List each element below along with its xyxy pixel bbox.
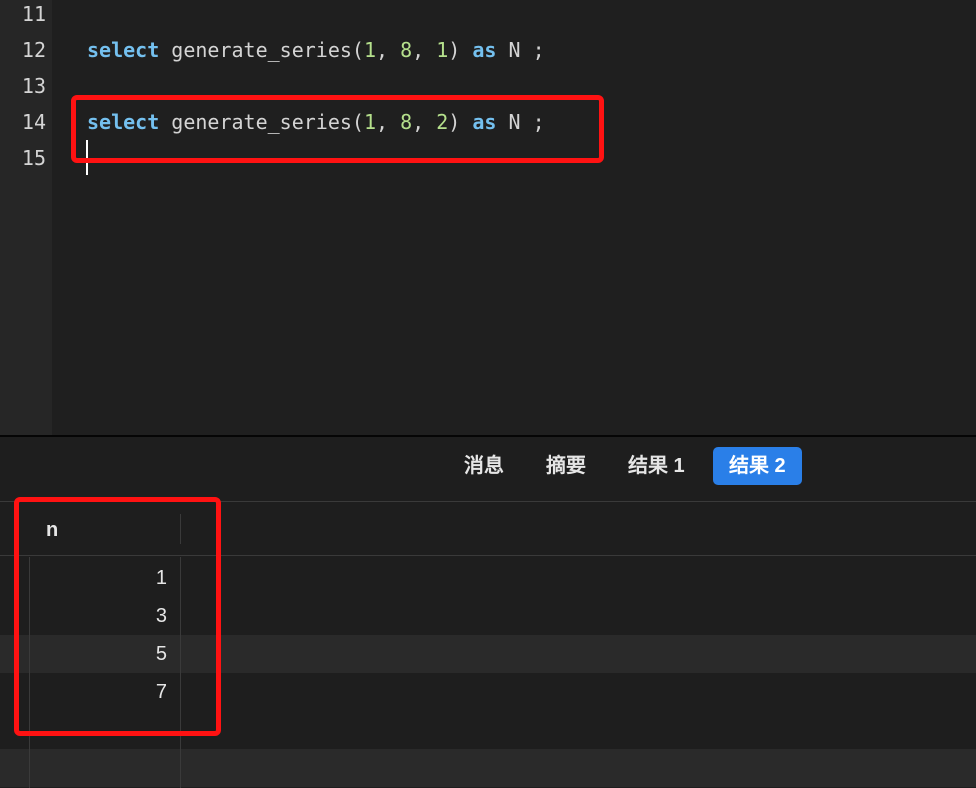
sql-keyword: as (472, 38, 497, 62)
table-row[interactable]: 3 (0, 597, 976, 635)
code-token: N ; (496, 38, 545, 62)
empty-row (0, 749, 976, 787)
cell-n[interactable]: 3 (30, 597, 167, 635)
grid-header: n (0, 502, 976, 556)
code-token: N ; (496, 110, 545, 134)
column-header-n[interactable]: n (46, 502, 58, 556)
code-token: ) (448, 110, 473, 134)
sql-keyword: select (87, 38, 160, 62)
numeric-literal: 8 (400, 38, 413, 62)
cell-n[interactable]: 1 (30, 559, 167, 597)
cell-n[interactable]: 5 (30, 635, 167, 673)
numeric-literal: 8 (400, 110, 413, 134)
code-line-14[interactable]: select generate_series(1, 8, 2) as N ; (87, 104, 545, 140)
line-number: 13 (21, 74, 46, 98)
code-token: ) (448, 38, 473, 62)
line-number: 14 (21, 110, 46, 134)
table-row[interactable]: 1 (0, 559, 976, 597)
results-grid: n 1 3 5 7 (0, 502, 976, 788)
numeric-literal: 1 (363, 38, 376, 62)
empty-row (0, 711, 976, 749)
sql-keyword: select (87, 110, 160, 134)
line-number: 11 (21, 2, 46, 26)
result-tabs: 消息 摘要 结果 1 结果 2 (0, 437, 976, 502)
code-line-12[interactable]: select generate_series(1, 8, 1) as N ; (87, 32, 545, 68)
cell-n[interactable]: 7 (30, 673, 167, 711)
text-cursor (86, 140, 88, 175)
code-token: generate_series( (159, 38, 364, 62)
numeric-literal: 1 (436, 38, 449, 62)
tab-messages[interactable]: 消息 (448, 447, 520, 485)
sql-client-window: 11 12 13 14 15 select generate_series(1,… (0, 0, 976, 788)
tab-result-1[interactable]: 结果 1 (612, 447, 701, 485)
column-divider (180, 557, 181, 788)
line-number: 15 (21, 146, 46, 170)
sql-keyword: as (472, 110, 497, 134)
tab-summary[interactable]: 摘要 (530, 447, 602, 485)
sql-editor[interactable]: 11 12 13 14 15 select generate_series(1,… (0, 0, 976, 435)
table-row[interactable]: 7 (0, 673, 976, 711)
code-token: , (376, 110, 401, 134)
line-number-gutter: 11 12 13 14 15 (0, 0, 52, 435)
row-header-divider (29, 557, 30, 788)
line-number: 12 (21, 38, 46, 62)
numeric-literal: 1 (363, 110, 376, 134)
code-token: , (412, 110, 437, 134)
code-token: , (412, 38, 437, 62)
code-token: generate_series( (159, 110, 364, 134)
column-resize-handle[interactable] (180, 514, 181, 544)
table-row[interactable]: 5 (0, 635, 976, 673)
tab-result-2[interactable]: 结果 2 (713, 447, 802, 485)
numeric-literal: 2 (436, 110, 449, 134)
code-token: , (376, 38, 401, 62)
